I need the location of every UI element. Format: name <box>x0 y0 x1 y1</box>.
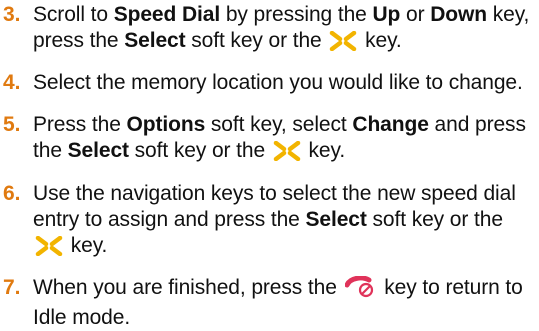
step-text: Select the memory location you would lik… <box>33 71 523 94</box>
bold-term: Options <box>126 113 206 136</box>
step-6: 6. Use the navigation keys to select the… <box>0 181 530 263</box>
step-number: 5. <box>3 113 21 136</box>
bold-term: Up <box>372 3 401 26</box>
instruction-steps: 3. Scroll to Speed Dial by pressing the … <box>0 0 539 329</box>
end-key-icon <box>344 275 377 305</box>
step-4: 4. Select the memory location you would … <box>0 70 530 96</box>
step-number: 6. <box>3 182 21 205</box>
navigation-key-icon <box>273 140 301 168</box>
bold-term: Speed Dial <box>113 3 221 26</box>
bold-term: Select <box>67 139 129 162</box>
step-5: 5. Press the Options soft key, select Ch… <box>0 112 530 168</box>
navigation-key-icon <box>329 30 357 58</box>
navigation-key-icon <box>35 235 63 263</box>
step-number: 3. <box>3 3 21 26</box>
step-text: Use the navigation keys to select the ne… <box>33 181 530 263</box>
bold-term: Down <box>430 3 487 26</box>
step-3: 3. Scroll to Speed Dial by pressing the … <box>0 2 530 58</box>
step-number: 7. <box>3 276 21 299</box>
step-number: 4. <box>3 71 21 94</box>
bold-term: Change <box>352 113 429 136</box>
bold-term: Select <box>124 29 186 52</box>
bold-term: Select <box>305 208 367 231</box>
step-text: Press the Options soft key, select Chang… <box>33 112 530 168</box>
step-text: Scroll to Speed Dial by pressing the Up … <box>33 2 530 58</box>
